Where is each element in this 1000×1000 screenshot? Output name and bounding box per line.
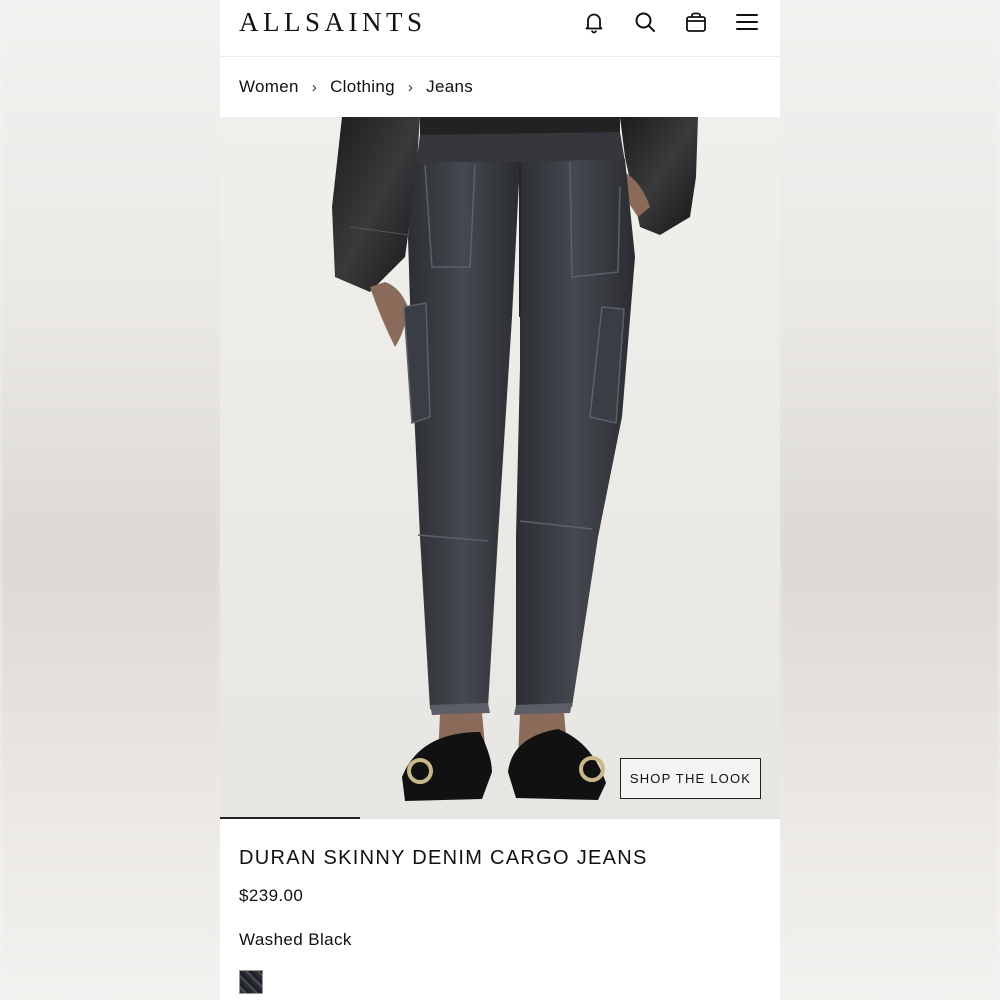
header-icons bbox=[580, 9, 760, 36]
product-image-gallery[interactable]: SHOP THE LOOK bbox=[220, 117, 780, 817]
top-navigation-bar: ALLSAINTS bbox=[220, 0, 780, 57]
product-photo bbox=[332, 117, 698, 801]
menu-icon[interactable] bbox=[733, 9, 760, 36]
breadcrumb-item-jeans[interactable]: Jeans bbox=[426, 77, 473, 97]
gallery-progress-track bbox=[220, 817, 780, 819]
gallery-progress-indicator bbox=[220, 817, 360, 819]
shop-the-look-button[interactable]: SHOP THE LOOK bbox=[620, 758, 761, 799]
product-price: $239.00 bbox=[239, 886, 304, 905]
color-swatch-washed-black[interactable] bbox=[239, 970, 263, 994]
bag-icon[interactable] bbox=[682, 9, 709, 36]
search-icon[interactable] bbox=[631, 9, 658, 36]
breadcrumb-item-women[interactable]: Women bbox=[239, 77, 299, 97]
breadcrumb: Women › Clothing › Jeans bbox=[220, 57, 780, 117]
brand-logo[interactable]: ALLSAINTS bbox=[239, 7, 427, 38]
product-page: ALLSAINTS Women › Clothing › Jeans SHOP … bbox=[220, 0, 780, 1000]
background-right bbox=[780, 0, 1000, 1000]
breadcrumb-separator: › bbox=[407, 78, 414, 96]
selected-color-name: Washed Black bbox=[239, 930, 352, 949]
breadcrumb-item-clothing[interactable]: Clothing bbox=[330, 77, 395, 97]
background-left bbox=[0, 0, 220, 1000]
breadcrumb-separator: › bbox=[311, 78, 318, 96]
bell-icon[interactable] bbox=[580, 9, 607, 36]
product-info: DURAN SKINNY DENIM CARGO JEANS $239.00 W… bbox=[220, 819, 780, 994]
product-title: DURAN SKINNY DENIM CARGO JEANS bbox=[239, 847, 648, 869]
